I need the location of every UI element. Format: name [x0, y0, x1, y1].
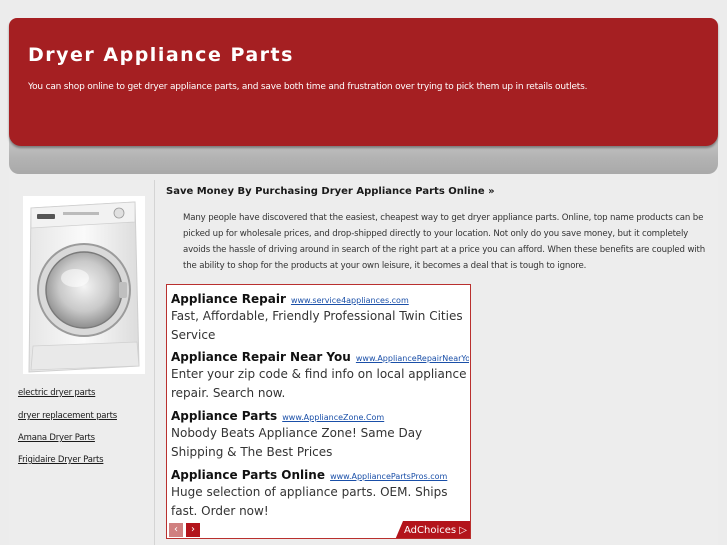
ad-url[interactable]: www.AppliancePartsPros.com: [330, 472, 447, 481]
ad-url[interactable]: www.ApplianceRepairNearYou: [356, 354, 469, 363]
sidebar-link-dryer-replacement-parts[interactable]: dryer replacement parts: [18, 411, 117, 421]
ad-header: Appliance Repair Near You www.ApplianceR…: [171, 346, 469, 365]
ad-title[interactable]: Appliance Parts: [171, 409, 277, 423]
sidebar-link-electric-dryer-parts[interactable]: electric dryer parts: [18, 388, 95, 398]
ad-item[interactable]: Appliance Repair www.service4appliances.…: [171, 288, 469, 345]
front-load-washer-image: [23, 196, 145, 374]
ad-title[interactable]: Appliance Repair: [171, 292, 286, 306]
ad-text: Fast, Affordable, Friendly Professional …: [171, 309, 463, 342]
ad-item[interactable]: Appliance Parts Online www.AppliancePart…: [171, 464, 469, 521]
adchoices-button[interactable]: AdChoices ▷: [395, 521, 470, 538]
sidebar-link-frigidaire-dryer-parts[interactable]: Frigidaire Dryer Parts: [18, 455, 104, 465]
ad-text: Huge selection of appliance parts. OEM. …: [171, 485, 448, 518]
sidebar-link-amana-dryer-parts[interactable]: Amana Dryer Parts: [18, 433, 95, 443]
ad-header: Appliance Repair www.service4appliances.…: [171, 288, 469, 307]
site-description: You can shop online to get dryer applian…: [28, 82, 588, 92]
site-header: Dryer Appliance Parts You can shop onlin…: [9, 18, 718, 146]
site-title[interactable]: Dryer Appliance Parts: [28, 44, 294, 66]
post-body: Many people have discovered that the eas…: [183, 213, 706, 271]
ad-item[interactable]: Appliance Parts www.ApplianceZone.Com No…: [171, 405, 469, 462]
ad-item[interactable]: Appliance Repair Near You www.ApplianceR…: [171, 346, 469, 403]
ad-text: Enter your zip code & find info on local…: [171, 367, 467, 400]
ad-header: Appliance Parts www.ApplianceZone.Com: [171, 405, 469, 424]
post-title[interactable]: Save Money By Purchasing Dryer Appliance…: [166, 186, 495, 197]
ad-title[interactable]: Appliance Parts Online: [171, 468, 325, 482]
ad-next-arrow-icon[interactable]: ›: [186, 523, 200, 537]
ad-title[interactable]: Appliance Repair Near You: [171, 350, 351, 364]
ad-url[interactable]: www.ApplianceZone.Com: [282, 413, 384, 422]
sidebar: electric dryer parts dryer replacement p…: [9, 180, 155, 545]
ad-unit: Appliance Repair www.service4appliances.…: [166, 284, 471, 539]
ad-url[interactable]: www.service4appliances.com: [291, 296, 409, 305]
ad-prev-arrow-icon[interactable]: ‹: [169, 523, 183, 537]
washer-illustration: [28, 201, 140, 373]
ad-text: Nobody Beats Appliance Zone! Same Day Sh…: [171, 426, 423, 459]
ad-header: Appliance Parts Online www.AppliancePart…: [171, 464, 469, 483]
